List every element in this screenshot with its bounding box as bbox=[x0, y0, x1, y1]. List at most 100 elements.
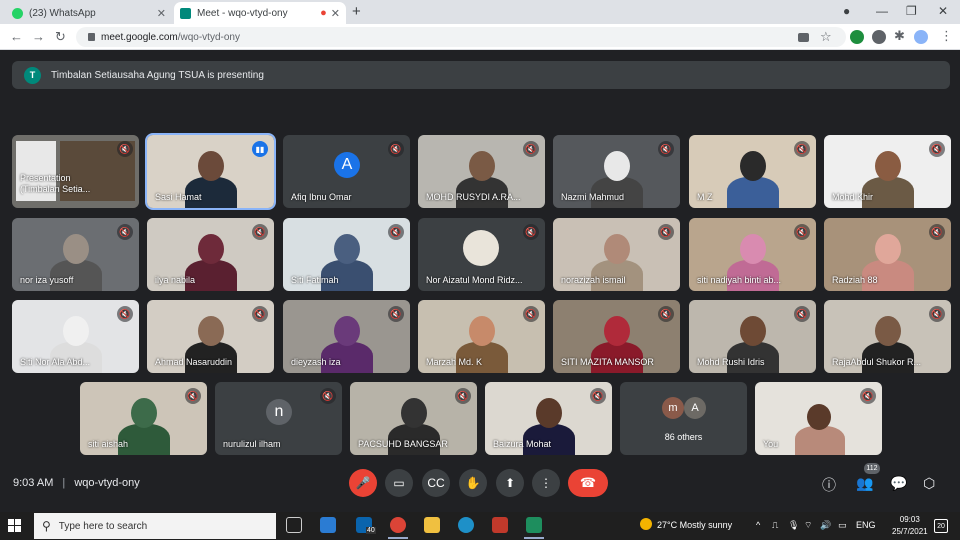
participant-name: norazizah ismail bbox=[561, 275, 626, 285]
meeting-info: 9:03 AM | wqo-vtyd-ony bbox=[13, 477, 140, 489]
mic-off-icon: 🔇 bbox=[794, 141, 810, 157]
task-view-icon[interactable] bbox=[286, 517, 302, 533]
language-indicator[interactable]: ENG bbox=[856, 520, 876, 530]
mic-off-icon: 🔇 bbox=[388, 306, 404, 322]
participant-name: nurulizul ilham bbox=[223, 439, 281, 449]
self-view-tile[interactable]: You 🔇 bbox=[755, 382, 882, 455]
mic-off-icon: 🔇 bbox=[117, 224, 133, 240]
edge-icon[interactable] bbox=[458, 517, 474, 533]
mic-off-button[interactable]: 🎤 bbox=[349, 469, 377, 497]
taskbar-clock[interactable]: 09:03 25/7/2021 bbox=[892, 514, 928, 538]
participant-tile[interactable]: Nor Aizatul Mond Ridz... 🔇 bbox=[418, 218, 545, 291]
others-avatar-2: A bbox=[684, 397, 706, 419]
tray-wifi-icon[interactable]: ⌔ bbox=[804, 520, 812, 531]
others-label: 86 others bbox=[664, 432, 703, 442]
participant-tile[interactable]: n nurulizul ilham 🔇 bbox=[215, 382, 342, 455]
participant-name: PACSUHD BANGSAR bbox=[358, 439, 448, 449]
activities-icon[interactable]: ⬡ bbox=[923, 475, 935, 492]
participant-tile[interactable]: PACSUHD BANGSAR 🔇 bbox=[350, 382, 477, 455]
participant-tile[interactable]: MOHD RUSYDI A.RA... 🔇 bbox=[418, 135, 545, 208]
chat-icon[interactable]: 💬 bbox=[890, 475, 907, 492]
participant-name: Nazmi Mahmud bbox=[561, 192, 625, 202]
mic-off-icon: 🔇 bbox=[388, 224, 404, 240]
participant-name: ilya nabila bbox=[155, 275, 196, 285]
mic-off-icon: 🔇 bbox=[388, 141, 404, 157]
participant-tile[interactable]: RajaAbdul Shukor R... 🔇 bbox=[824, 300, 951, 373]
participant-name: dieyzash iza bbox=[291, 357, 341, 367]
self-name: You bbox=[763, 439, 779, 449]
mic-off-icon: 🔇 bbox=[252, 224, 268, 240]
publisher-icon[interactable] bbox=[526, 517, 542, 533]
participant-tile[interactable]: nor iza yusoff 🔇 bbox=[12, 218, 139, 291]
tray-battery-icon[interactable]: ▭ bbox=[838, 520, 847, 531]
participant-name: Mohd Rushi Idris bbox=[697, 357, 765, 367]
separator: | bbox=[62, 477, 66, 489]
mic-off-icon: 🔇 bbox=[658, 141, 674, 157]
mic-off-icon: 🔇 bbox=[860, 388, 876, 404]
participant-tile[interactable]: SITI MAZITA MANSOR 🔇 bbox=[553, 300, 680, 373]
participant-name: Afiq Ibnu Omar bbox=[291, 192, 352, 202]
presentation-line1: Presentation bbox=[20, 173, 71, 183]
captions-button[interactable]: CC bbox=[422, 469, 450, 497]
people-icon[interactable]: 👥 bbox=[856, 475, 873, 492]
participant-tile[interactable]: Sasi Hamat ▮▮ bbox=[145, 133, 276, 210]
participant-tile[interactable]: dieyzash iza 🔇 bbox=[283, 300, 410, 373]
participant-tile[interactable]: Nazmi Mahmud 🔇 bbox=[553, 135, 680, 208]
participant-tile[interactable]: Siti Nor Ala Abd... 🔇 bbox=[12, 300, 139, 373]
participant-name: Nor Aizatul Mond Ridz... bbox=[426, 275, 523, 285]
tray-mic-icon[interactable]: 🎙 bbox=[788, 520, 799, 531]
participant-tile[interactable]: Siti Fatimah 🔇 bbox=[283, 218, 410, 291]
participant-name: RajaAbdul Shukor R... bbox=[832, 357, 922, 367]
meeting-details-icon[interactable]: ⓘ bbox=[822, 475, 836, 495]
participant-tile[interactable]: Baizura Mohat 🔇 bbox=[485, 382, 612, 455]
participant-tile[interactable]: Radziah 88 🔇 bbox=[824, 218, 951, 291]
participant-tile[interactable]: norazizah ismail 🔇 bbox=[553, 218, 680, 291]
participant-tile[interactable]: Mohd Khir 🔇 bbox=[824, 135, 951, 208]
participant-name: Ahmad Nasaruddin bbox=[155, 357, 233, 367]
participant-tile[interactable]: A Afiq Ibnu Omar 🔇 bbox=[283, 135, 410, 208]
participant-name: siti aishah bbox=[88, 439, 129, 449]
meeting-code: wqo-vtyd-ony bbox=[74, 477, 140, 489]
participant-name: Sasi Hamat bbox=[155, 192, 202, 202]
participant-tile[interactable]: siti nadiyah binti ab... 🔇 bbox=[689, 218, 816, 291]
mic-off-icon: 🔇 bbox=[794, 224, 810, 240]
participant-tile[interactable]: ilya nabila 🔇 bbox=[147, 218, 274, 291]
raise-hand-button[interactable]: ✋ bbox=[459, 469, 487, 497]
presentation-tile[interactable]: Presentation (Timbalan Setia... 🔇 bbox=[12, 135, 139, 208]
participant-tile[interactable]: Ahmad Nasaruddin 🔇 bbox=[147, 300, 274, 373]
participant-tile[interactable]: Mohd Rushi Idris 🔇 bbox=[689, 300, 816, 373]
participant-tile[interactable]: siti aishah 🔇 bbox=[80, 382, 207, 455]
mic-off-icon: 🔇 bbox=[929, 224, 945, 240]
taskbar-search-input[interactable]: ⚲ Type here to search bbox=[34, 513, 276, 539]
mic-off-icon: 🔇 bbox=[658, 306, 674, 322]
mic-off-icon: 🔇 bbox=[117, 141, 133, 157]
mic-off-icon: 🔇 bbox=[658, 224, 674, 240]
participant-tile[interactable]: Marzah Md. K 🔇 bbox=[418, 300, 545, 373]
leave-call-button[interactable]: ☎ bbox=[568, 469, 608, 497]
weather-text[interactable]: 27°C Mostly sunny bbox=[657, 520, 732, 530]
mic-off-icon: 🔇 bbox=[590, 388, 606, 404]
weather-icon bbox=[640, 518, 652, 530]
media-player-icon[interactable] bbox=[492, 517, 508, 533]
mail-badge: 40 bbox=[366, 527, 376, 534]
mic-off-icon: 🔇 bbox=[252, 306, 268, 322]
present-button[interactable]: ⬆ bbox=[496, 469, 524, 497]
participant-name: siti nadiyah binti ab... bbox=[697, 275, 782, 285]
file-explorer-icon[interactable] bbox=[424, 517, 440, 533]
others-tile[interactable]: m A 86 others bbox=[620, 382, 747, 455]
phone-app-icon[interactable] bbox=[320, 517, 336, 533]
windows-taskbar: ⚲ Type here to search 40 27°C Mostly sun… bbox=[0, 512, 960, 540]
tray-speaker-icon[interactable]: 🔊 bbox=[820, 520, 831, 531]
meeting-time: 9:03 AM bbox=[13, 477, 54, 489]
chrome-icon[interactable] bbox=[390, 517, 406, 533]
more-options-button[interactable]: ⋮ bbox=[532, 469, 560, 497]
tray-network-icon[interactable]: ⎍ bbox=[772, 520, 778, 531]
tray-chevron-icon[interactable]: ^ bbox=[756, 520, 760, 530]
mic-off-icon: 🔇 bbox=[185, 388, 201, 404]
participant-name: Radziah 88 bbox=[832, 275, 878, 285]
windows-start-icon[interactable] bbox=[8, 519, 22, 533]
mic-off-icon: 🔇 bbox=[117, 306, 133, 322]
camera-button[interactable]: ▭ bbox=[385, 469, 413, 497]
participant-tile[interactable]: M Z 🔇 bbox=[689, 135, 816, 208]
notification-center-button[interactable]: 20 bbox=[934, 519, 948, 533]
